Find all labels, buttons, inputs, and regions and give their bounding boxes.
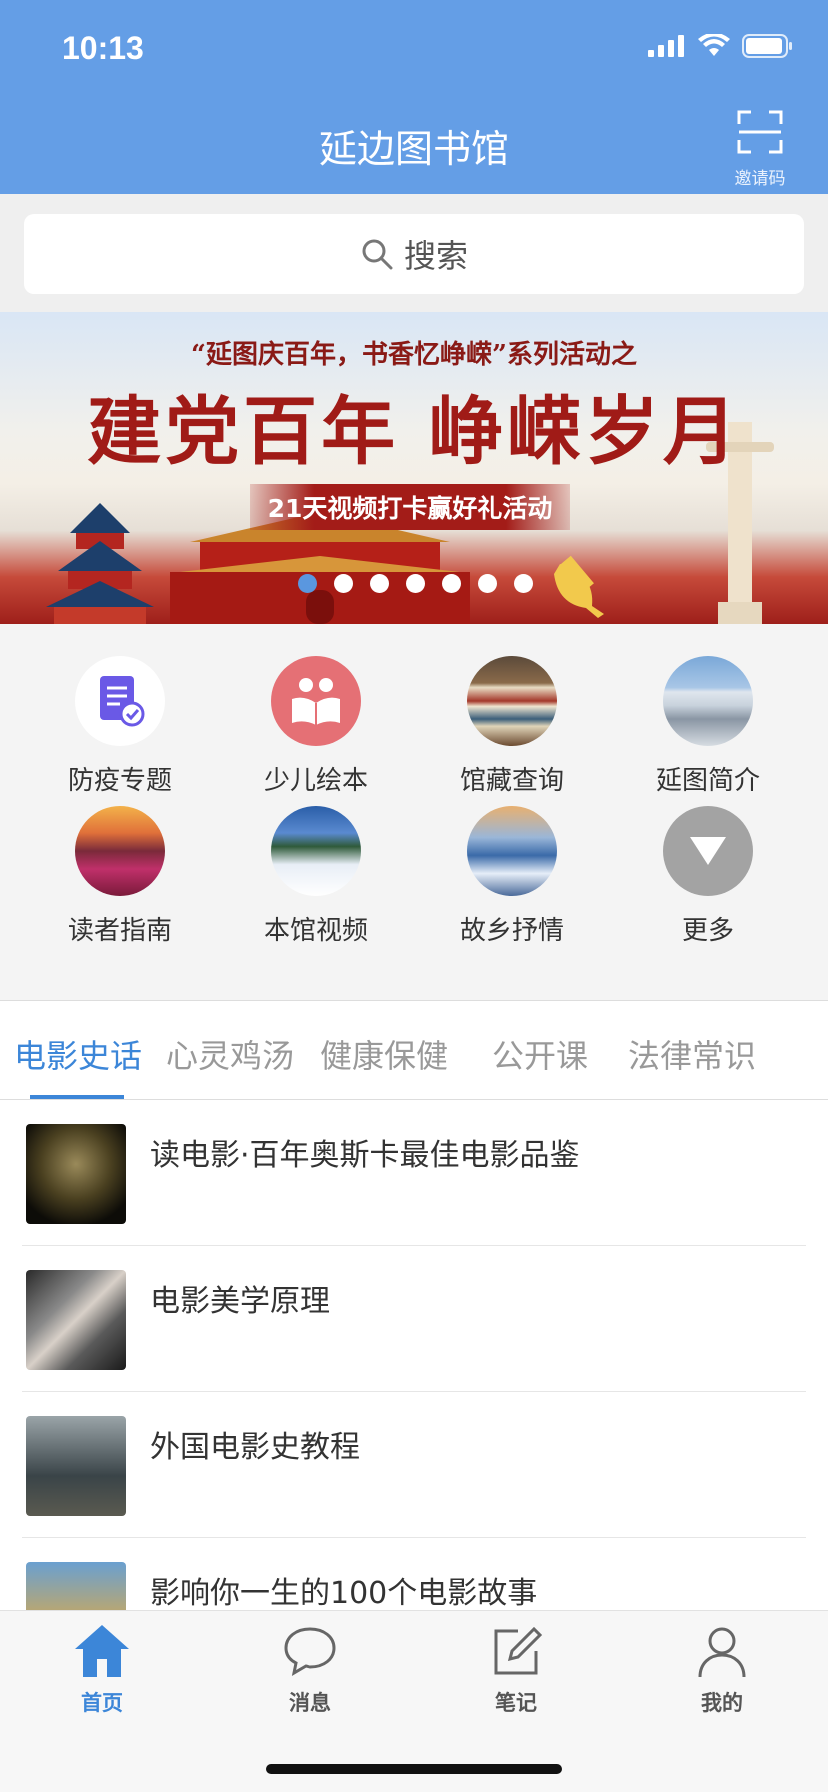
list-item[interactable]: 电影美学原理 xyxy=(22,1246,806,1392)
grid-item-collection-search[interactable]: 馆藏查询 xyxy=(414,656,610,797)
banner-ribbon-text: 21天视频打卡赢好礼活动 xyxy=(267,494,553,523)
grid-item-epidemic-topic[interactable]: 防疫专题 xyxy=(22,656,218,797)
search-input[interactable]: 搜索 xyxy=(24,214,804,294)
nav-label: 笔记 xyxy=(495,1691,537,1715)
grid-item-reader-guide[interactable]: 读者指南 xyxy=(22,806,218,947)
grid-label: 防疫专题 xyxy=(67,766,172,796)
party-emblem-icon xyxy=(554,555,604,618)
grid-label: 本馆视频 xyxy=(263,916,368,946)
carousel-dot[interactable] xyxy=(514,574,533,593)
triangle-down-icon xyxy=(663,806,753,896)
app-header: 10:13 延边图书馆 邀请码 xyxy=(0,0,828,194)
grid-label: 故乡抒情 xyxy=(459,916,564,946)
home-icon xyxy=(75,1625,129,1677)
nav-label: 我的 xyxy=(701,1691,743,1715)
banner-subtitle: “延图庆百年，书香忆峥嵘”系列活动之 xyxy=(191,340,637,370)
thumbnail xyxy=(26,1562,126,1610)
search-icon xyxy=(362,239,393,270)
children-reading-icon xyxy=(271,656,361,746)
banner-ribbon: 21天视频打卡赢好礼活动 xyxy=(250,484,570,530)
battery-icon xyxy=(742,34,792,58)
invite-code-label: 邀请码 xyxy=(734,169,786,189)
tab-movie-history[interactable]: 电影史话 xyxy=(14,1031,142,1077)
document-shield-icon xyxy=(75,656,165,746)
grid-label: 读者指南 xyxy=(67,916,172,946)
grid-label: 少儿绘本 xyxy=(263,766,368,796)
carousel-dot[interactable] xyxy=(478,574,497,593)
thumbnail xyxy=(26,1124,126,1224)
sunset-flowers-photo-icon xyxy=(75,806,165,896)
page-title: 延边图书馆 xyxy=(318,127,509,171)
list-item[interactable]: 影响你一生的100个电影故事 xyxy=(22,1538,806,1610)
grid-item-hometown-lyric[interactable]: 故乡抒情 xyxy=(414,806,610,947)
scan-frame-icon xyxy=(737,110,783,154)
frost-landscape-photo-icon xyxy=(467,806,557,896)
carousel-dot[interactable] xyxy=(442,574,461,593)
snowy-trees-photo-icon xyxy=(271,806,361,896)
thumbnail xyxy=(26,1270,126,1370)
home-indicator[interactable] xyxy=(266,1764,562,1774)
nav-home[interactable]: 首页 xyxy=(42,1623,162,1717)
tab-chicken-soup[interactable]: 心灵鸡汤 xyxy=(166,1031,294,1077)
wifi-icon xyxy=(698,34,730,56)
signal-icon xyxy=(648,35,684,57)
status-icons xyxy=(648,34,794,58)
tab-health[interactable]: 健康保健 xyxy=(320,1031,448,1077)
nav-messages[interactable]: 消息 xyxy=(250,1623,370,1717)
carousel-dot[interactable] xyxy=(370,574,389,593)
list-item-title: 影响你一生的100个电影故事 xyxy=(150,1576,538,1610)
user-icon xyxy=(698,1627,746,1678)
grid-item-children-books[interactable]: 少儿绘本 xyxy=(218,656,414,797)
invite-code-button[interactable]: 邀请码 xyxy=(724,110,796,189)
temple-of-heaven-illustration xyxy=(46,503,154,624)
active-tab-indicator xyxy=(30,1095,124,1099)
carousel-indicators[interactable] xyxy=(298,574,533,593)
search-placeholder: 搜索 xyxy=(403,237,468,275)
grid-item-library-videos[interactable]: 本馆视频 xyxy=(218,806,414,947)
grid-item-more[interactable]: 更多 xyxy=(610,806,806,947)
list-item[interactable]: 外国电影史教程 xyxy=(22,1392,806,1538)
grid-label: 馆藏查询 xyxy=(459,766,564,796)
tab-legal-knowledge[interactable]: 法律常识 xyxy=(628,1031,756,1077)
list-item-title: 外国电影史教程 xyxy=(150,1430,360,1465)
chat-bubble-icon xyxy=(284,1627,336,1676)
grid-label: 更多 xyxy=(681,916,734,946)
carousel-dot[interactable] xyxy=(334,574,353,593)
feature-grid: 防疫专题 少儿绘本 馆藏查询 延图简介 读者指南 本馆视频 故乡抒情 更多 xyxy=(0,624,828,1000)
grid-item-library-intro[interactable]: 延图简介 xyxy=(610,656,806,797)
nav-profile[interactable]: 我的 xyxy=(662,1623,782,1717)
list-item-title: 电影美学原理 xyxy=(150,1284,330,1319)
tab-open-course[interactable]: 公开课 xyxy=(492,1031,588,1077)
edit-note-icon xyxy=(494,1626,543,1675)
books-photo-icon xyxy=(467,656,557,746)
library-building-photo-icon xyxy=(663,656,753,746)
carousel-dot[interactable] xyxy=(298,574,317,593)
status-time: 10:13 xyxy=(62,30,144,66)
thumbnail xyxy=(26,1416,126,1516)
list-item-title: 读电影·百年奥斯卡最佳电影品鉴 xyxy=(150,1138,580,1173)
grid-label: 延图简介 xyxy=(655,766,760,796)
list-item[interactable]: 读电影·百年奥斯卡最佳电影品鉴 xyxy=(22,1100,806,1246)
nav-label: 首页 xyxy=(81,1691,123,1715)
banner-title: 建党百年 峥嵘岁月 xyxy=(87,389,741,475)
nav-label: 消息 xyxy=(289,1691,331,1715)
content-list: 读电影·百年奥斯卡最佳电影品鉴 电影美学原理 外国电影史教程 影响你一生的100… xyxy=(0,1100,828,1610)
category-tabs: 电影史话 心灵鸡汤 健康保健 公开课 法律常识 xyxy=(0,1000,828,1100)
nav-notes[interactable]: 笔记 xyxy=(456,1623,576,1717)
carousel-dot[interactable] xyxy=(406,574,425,593)
search-bar-container: 搜索 xyxy=(0,194,828,312)
